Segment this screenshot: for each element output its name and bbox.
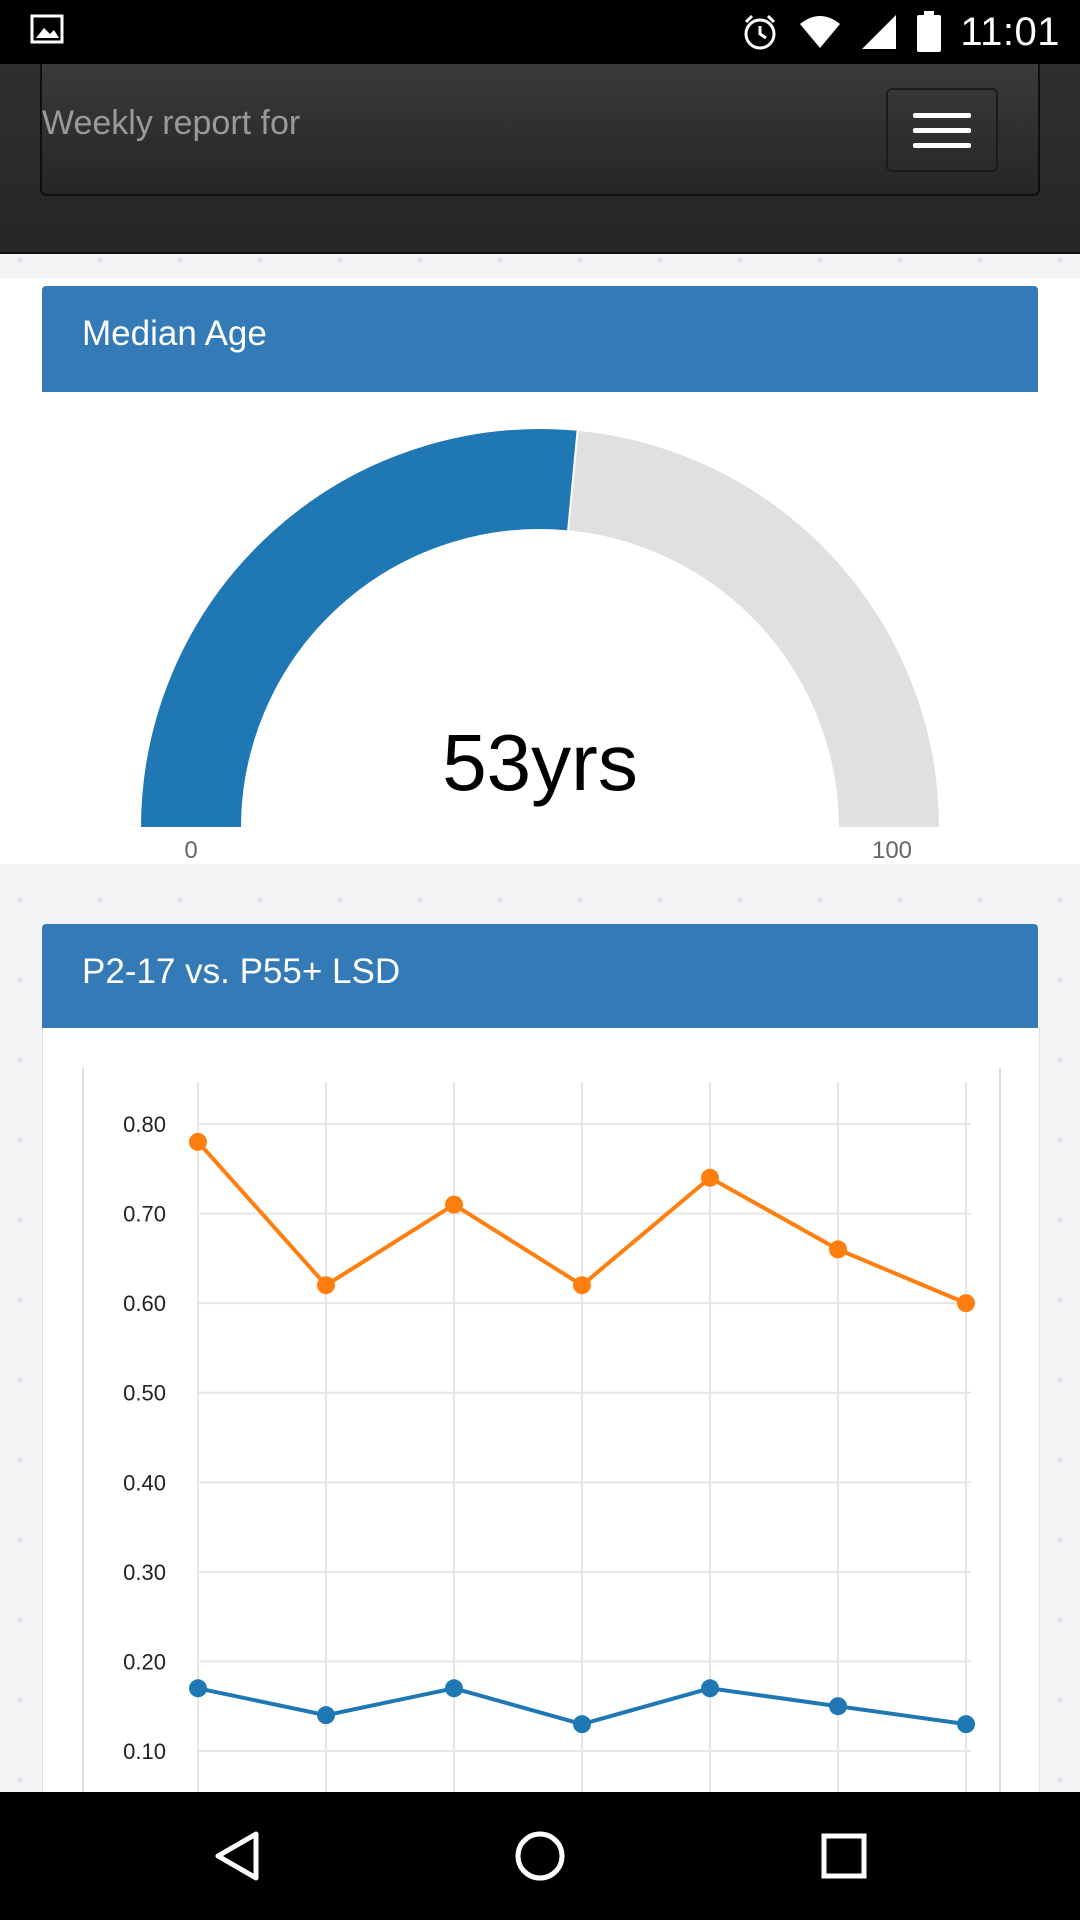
data-point	[829, 1697, 847, 1716]
y-tick-label: 0.30	[123, 1560, 166, 1585]
data-point	[701, 1679, 719, 1698]
recents-icon[interactable]	[814, 1826, 874, 1886]
data-point	[189, 1679, 207, 1698]
data-point	[445, 1679, 463, 1698]
battery-icon	[917, 11, 942, 52]
y-tick-label: 0.60	[123, 1291, 166, 1316]
y-tick-label: 0.20	[123, 1649, 166, 1674]
data-point	[829, 1240, 847, 1259]
back-icon[interactable]	[208, 1826, 268, 1886]
median-age-card: Median Age 53yrs 0 100	[0, 278, 1080, 864]
data-point	[957, 1294, 975, 1313]
y-tick-label: 0.50	[123, 1381, 166, 1406]
y-tick-label: 0.40	[123, 1470, 166, 1495]
line-chart: 0.80 0.70 0.60 0.50 0.40 0.30 0.20 0.10	[82, 1068, 1001, 1792]
data-point	[317, 1276, 335, 1295]
y-tick-label: 0.70	[123, 1202, 166, 1227]
data-point	[317, 1706, 335, 1725]
gauge: 53yrs 0 100	[138, 427, 942, 864]
data-point	[701, 1168, 719, 1187]
data-point	[189, 1132, 207, 1151]
app-header: Weekly report for	[0, 64, 1080, 254]
menu-button[interactable]	[886, 88, 998, 172]
data-point	[573, 1715, 591, 1734]
data-point	[957, 1715, 975, 1734]
status-bar: 11:01	[0, 0, 1080, 64]
lsd-chart-card: P2-17 vs. P55+ LSD 0.80 0.70 0.60 0.50 0.40 0…	[0, 922, 1080, 1792]
home-icon[interactable]	[510, 1826, 570, 1886]
page-title: Weekly report for	[42, 104, 301, 142]
status-time: 11:01	[960, 9, 1060, 54]
hamburger-icon	[913, 103, 971, 158]
card-title: P2-17 vs. P55+ LSD	[82, 952, 401, 991]
y-tick-label: 0.80	[123, 1112, 166, 1137]
data-point	[573, 1276, 591, 1295]
y-tick-label: 0.10	[123, 1739, 166, 1764]
navigation-bar	[0, 1792, 1080, 1920]
data-point	[445, 1195, 463, 1214]
wifi-icon	[800, 16, 841, 48]
alarm-icon	[744, 14, 776, 50]
gauge-min-label: 0	[184, 837, 197, 864]
signal-icon	[862, 15, 897, 49]
chart-panel: 0.80 0.70 0.60 0.50 0.40 0.30 0.20 0.10	[42, 1028, 1040, 1792]
gauge-max-label: 100	[872, 837, 912, 864]
gauge-value: 53yrs	[442, 718, 638, 807]
gallery-icon	[30, 14, 64, 44]
navbar: Weekly report for	[40, 64, 1040, 196]
card-header: P2-17 vs. P55+ LSD	[42, 924, 1038, 1030]
